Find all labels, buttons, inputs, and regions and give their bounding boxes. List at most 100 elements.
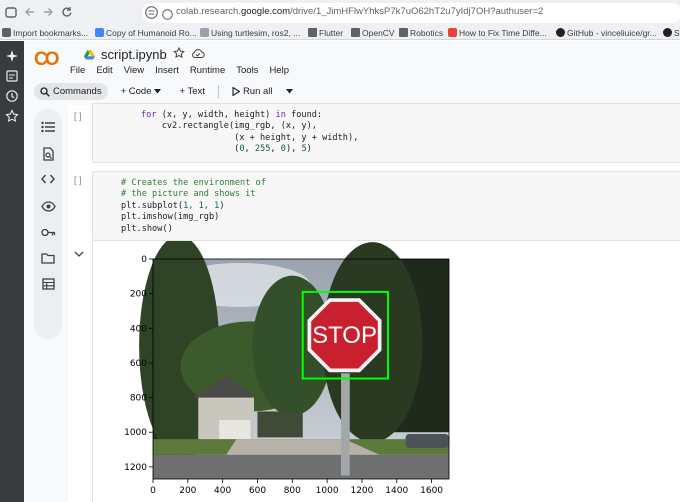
github-icon (663, 28, 672, 37)
photo-garage-door (219, 420, 251, 440)
plot-figure: STOP 0 200 400 600 800 1000 1200 1400 1600 0 200 40… (124, 241, 450, 496)
y-tick-label: 0 (141, 255, 147, 265)
number-literal: 1, 1, 1 (183, 200, 220, 211)
x-tick-label: 400 (214, 486, 231, 496)
add-text-label: + Text (179, 86, 205, 97)
y-tick-label: 800 (130, 394, 147, 404)
run-all-button[interactable]: Run all (227, 84, 278, 99)
page-icon (200, 28, 209, 37)
menu-help[interactable]: Help (269, 65, 289, 76)
y-tick-label: 1000 (124, 428, 147, 438)
code-text: plt.subplot( (121, 200, 184, 211)
code-line: cv2.rectangle(img_rgb, (x, y), (141, 121, 317, 132)
code-line: plt.imshow(img_rgb) (121, 212, 220, 223)
bookmark-item[interactable]: Using turtlesim, ros2, ... (200, 26, 300, 39)
variables-inspector-icon[interactable] (40, 198, 56, 214)
bookmark-item[interactable]: Copy of Humanoid Ro... (95, 26, 197, 39)
address-bar[interactable]: colab.research.google.com/drive/1_JimHFl… (142, 3, 680, 23)
left-sidebar (34, 109, 62, 339)
bookmark-item[interactable]: GitHub - vinceliuice/gr... (556, 26, 657, 39)
bookmark-folder[interactable]: Robotics (399, 26, 443, 39)
number-literal: 5 (301, 144, 307, 155)
window-icon[interactable] (3, 4, 19, 20)
youtube-icon (448, 28, 457, 37)
number-literal: 0 (239, 144, 245, 155)
menu-bar: File Edit View Insert Runtime Tools Help (70, 65, 289, 76)
cloud-icon[interactable] (191, 47, 205, 62)
import-icon (2, 28, 11, 37)
code-cell[interactable]: for (x, y, width, height) in found: cv2.… (92, 103, 680, 163)
secrets-key-icon[interactable] (40, 224, 56, 240)
code-line: plt.show() (121, 223, 173, 234)
browser-toolbar: colab.research.google.com/drive/1_JimHFl… (0, 0, 680, 25)
collapse-output-chevron-icon[interactable] (74, 245, 84, 263)
add-text-button[interactable]: + Text (174, 84, 209, 99)
notebook-title[interactable]: script.ipynb (101, 47, 167, 62)
toolbar-divider (217, 85, 219, 98)
code-text: ( (141, 144, 240, 155)
x-tick-label: 800 (284, 486, 301, 496)
reload-icon[interactable] (59, 4, 75, 20)
keyword-for: for (141, 110, 157, 120)
code-editor[interactable]: for (x, y, width, height) in found: cv2.… (141, 110, 358, 156)
colab-app: CO script.ipynb File Edit View Insert Ru… (24, 41, 680, 502)
bookmark-folder[interactable]: OpenCV (351, 26, 395, 39)
notebook-cells: [ ] for (x, y, width, height) in found: … (68, 103, 680, 502)
menu-insert[interactable]: Insert (155, 65, 179, 76)
add-code-button[interactable]: + Code (116, 84, 167, 99)
cell-execution-count[interactable]: [ ] (74, 111, 82, 121)
number-literal: 255 (254, 144, 271, 155)
data-table-icon[interactable] (40, 276, 56, 292)
code-text: ), (285, 144, 302, 155)
x-tick-label: 200 (179, 486, 196, 496)
bookmark-item[interactable]: Sk (663, 26, 680, 39)
code-text: (x, y, width, height) (156, 110, 276, 120)
cell-output: STOP 0 200 400 600 800 1000 1200 1400 1600 0 200 40… (92, 241, 680, 502)
back-arrow-icon[interactable] (22, 4, 38, 20)
bookmark-item[interactable]: How to Fix Time Diffe... (448, 26, 547, 39)
x-tick-label: 1000 (316, 486, 339, 496)
forward-arrow-icon[interactable] (40, 4, 56, 20)
cell-execution-count[interactable]: [ ] (74, 175, 82, 185)
code-snippets-icon[interactable] (40, 171, 56, 187)
x-tick-label: 1400 (385, 486, 408, 496)
colab-logo[interactable]: CO (34, 49, 59, 71)
folder-icon (399, 28, 408, 37)
history-icon[interactable] (5, 89, 19, 108)
site-info-icon[interactable] (145, 6, 158, 24)
y-tick-label: 400 (130, 324, 147, 334)
files-folder-icon[interactable] (40, 250, 56, 266)
star-icon[interactable] (172, 46, 185, 62)
notebook-toolbar: Commands + Code + Text Run all (34, 81, 293, 102)
code-comment: # Creates the environment of (121, 178, 266, 188)
reading-list-icon[interactable] (5, 69, 19, 88)
menu-edit[interactable]: Edit (96, 65, 112, 76)
code-line: (x + height, y + width), (141, 132, 359, 143)
y-tick-label: 200 (130, 290, 147, 300)
photo-road (153, 454, 449, 479)
menu-file[interactable]: File (70, 65, 85, 76)
sparkle-icon[interactable] (5, 49, 19, 68)
commands-button[interactable]: Commands (34, 83, 108, 100)
url-text: colab.research.google.com/drive/1_JimHFl… (176, 6, 544, 17)
stop-sign-photo: STOP (139, 241, 449, 479)
code-comment: # the picture and shows it (121, 189, 256, 200)
y-tick-label: 600 (130, 359, 147, 369)
bookmark-star-icon[interactable] (162, 7, 173, 25)
play-icon (232, 87, 240, 96)
add-code-label: + Code (120, 86, 152, 97)
code-editor[interactable]: # Creates the environment of # the pictu… (121, 178, 266, 235)
find-replace-icon[interactable] (40, 146, 56, 162)
menu-runtime[interactable]: Runtime (190, 65, 225, 76)
table-of-contents-icon[interactable] (40, 119, 56, 135)
folder-icon (351, 28, 360, 37)
bookmarks-star-icon[interactable] (5, 109, 19, 128)
photo-car (405, 433, 449, 448)
menu-view[interactable]: View (124, 65, 144, 76)
code-cell[interactable]: # Creates the environment of # the pictu… (92, 171, 680, 241)
bookmark-item[interactable]: Import bookmarks... (2, 26, 88, 39)
menu-tools[interactable]: Tools (236, 65, 258, 76)
bookmark-folder[interactable]: Flutter (308, 26, 343, 39)
keyword-in: in (275, 110, 286, 120)
run-all-dropdown-icon[interactable] (285, 86, 293, 97)
